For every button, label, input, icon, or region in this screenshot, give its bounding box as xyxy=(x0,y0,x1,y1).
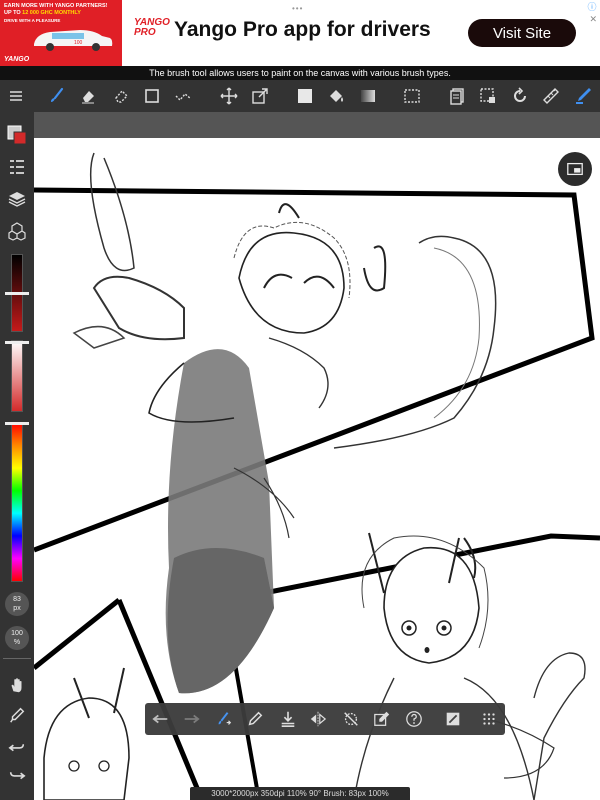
opacity-slider-handle[interactable] xyxy=(5,341,29,344)
eraser-icon[interactable] xyxy=(77,85,99,107)
ad-banner[interactable]: EARN MORE WITH YANGO PARTNERS! UP TO 12 … xyxy=(0,0,600,67)
ruler-icon[interactable] xyxy=(540,85,562,107)
ad-promo-text: EARN MORE WITH YANGO PARTNERS! UP TO 12 … xyxy=(4,3,120,24)
brush-sync-icon[interactable] xyxy=(214,709,234,729)
ad-logo: YANGO PRO xyxy=(134,17,170,38)
selection-icon[interactable] xyxy=(172,85,194,107)
svg-text:100: 100 xyxy=(74,40,83,46)
reference-icon[interactable] xyxy=(443,709,463,729)
redo-icon[interactable] xyxy=(181,709,201,729)
ad-headline[interactable]: Yango Pro app for drivers xyxy=(174,18,431,42)
flip-icon[interactable] xyxy=(308,709,328,729)
navigator-button[interactable] xyxy=(558,152,592,186)
eyedropper-icon[interactable] xyxy=(6,704,28,726)
pen-icon[interactable] xyxy=(572,85,594,107)
rotate-icon[interactable] xyxy=(509,85,531,107)
ad-brand-label: YANGO xyxy=(4,56,30,63)
grid-icon[interactable] xyxy=(479,709,499,729)
bucket-icon[interactable] xyxy=(325,85,347,107)
canvas-background xyxy=(34,112,600,138)
drawing-canvas[interactable] xyxy=(34,138,600,800)
main-toolbar xyxy=(0,80,600,112)
ad-promo-line2: UP TO 12 000 GHC MONTHLY xyxy=(4,10,81,16)
undo-side-icon[interactable] xyxy=(6,736,28,758)
hue-slider[interactable] xyxy=(11,422,23,582)
help-icon[interactable] xyxy=(404,709,424,729)
pencil-icon[interactable] xyxy=(245,709,265,729)
layers-panel-icon[interactable] xyxy=(6,188,28,210)
gradient-icon[interactable] xyxy=(357,85,379,107)
car-icon: 100 xyxy=(34,30,113,51)
ad-promo-line1: EARN MORE WITH YANGO PARTNERS! xyxy=(4,3,108,9)
undo-icon[interactable] xyxy=(151,709,171,729)
menu-icon[interactable] xyxy=(5,85,27,107)
materials-icon[interactable] xyxy=(6,220,28,242)
layers-icon[interactable] xyxy=(446,85,468,107)
brush-list-icon[interactable] xyxy=(6,156,28,178)
close-icon[interactable]: ✕ xyxy=(589,14,597,25)
brush-size-indicator[interactable]: 83 px xyxy=(5,592,29,616)
opacity-indicator[interactable]: 100% xyxy=(5,626,29,650)
import-icon[interactable] xyxy=(278,709,298,729)
visit-site-button[interactable]: Visit Site xyxy=(468,19,576,47)
ad-image[interactable]: EARN MORE WITH YANGO PARTNERS! UP TO 12 … xyxy=(0,0,122,66)
tool-tooltip: The brush tool allows users to paint on … xyxy=(0,66,600,80)
lasso-off-icon[interactable] xyxy=(341,709,361,729)
color-swatch[interactable] xyxy=(6,124,28,146)
redo-side-icon[interactable] xyxy=(6,764,28,786)
brush-icon[interactable] xyxy=(46,85,68,107)
edit-icon[interactable] xyxy=(372,709,392,729)
lasso-icon[interactable] xyxy=(401,85,423,107)
info-icon[interactable]: ⓘ xyxy=(587,2,597,12)
hand-icon[interactable] xyxy=(6,674,28,696)
blur-icon[interactable] xyxy=(110,85,132,107)
ad-handle: ••• xyxy=(292,4,304,13)
quick-access-toolbar xyxy=(145,703,505,735)
left-panel: 83 px 100% xyxy=(0,112,34,800)
rectangle-icon[interactable] xyxy=(141,85,163,107)
navigator-icon xyxy=(567,162,583,176)
hue-slider-handle[interactable] xyxy=(5,422,29,425)
transform-icon[interactable] xyxy=(249,85,271,107)
move-icon[interactable] xyxy=(218,85,240,107)
panel-divider xyxy=(3,658,31,659)
select-layer-icon[interactable] xyxy=(477,85,499,107)
brush-opacity-slider[interactable] xyxy=(11,340,23,412)
canvas-status-bar: 3000*2000px 350dpi 110% 90° Brush: 83px … xyxy=(190,787,410,800)
artwork xyxy=(34,152,600,800)
ad-promo-line3: DRIVE WITH A PLEASURE xyxy=(4,18,61,23)
fill-color-icon[interactable] xyxy=(294,85,316,107)
size-slider-handle[interactable] xyxy=(5,292,29,295)
